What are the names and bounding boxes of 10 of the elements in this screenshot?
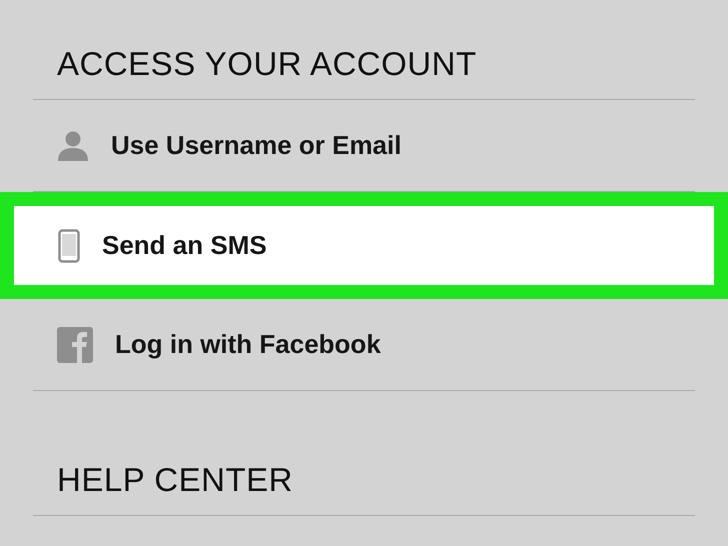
menu-item[interactable]: Send an SMS: [0, 192, 728, 299]
menu-item[interactable]: Log in with Facebook: [33, 299, 695, 391]
person-icon: [57, 130, 89, 160]
menu-item-label: Log in with Facebook: [115, 329, 381, 360]
menu-item-label: Use Username or Email: [111, 130, 402, 161]
section-title: ACCESS YOUR ACCOUNT: [57, 45, 477, 83]
facebook-icon: [57, 326, 93, 362]
menu-item-label: Send an SMS: [102, 230, 267, 261]
phone-icon: [58, 228, 80, 262]
section-title: HELP CENTER: [57, 461, 293, 499]
